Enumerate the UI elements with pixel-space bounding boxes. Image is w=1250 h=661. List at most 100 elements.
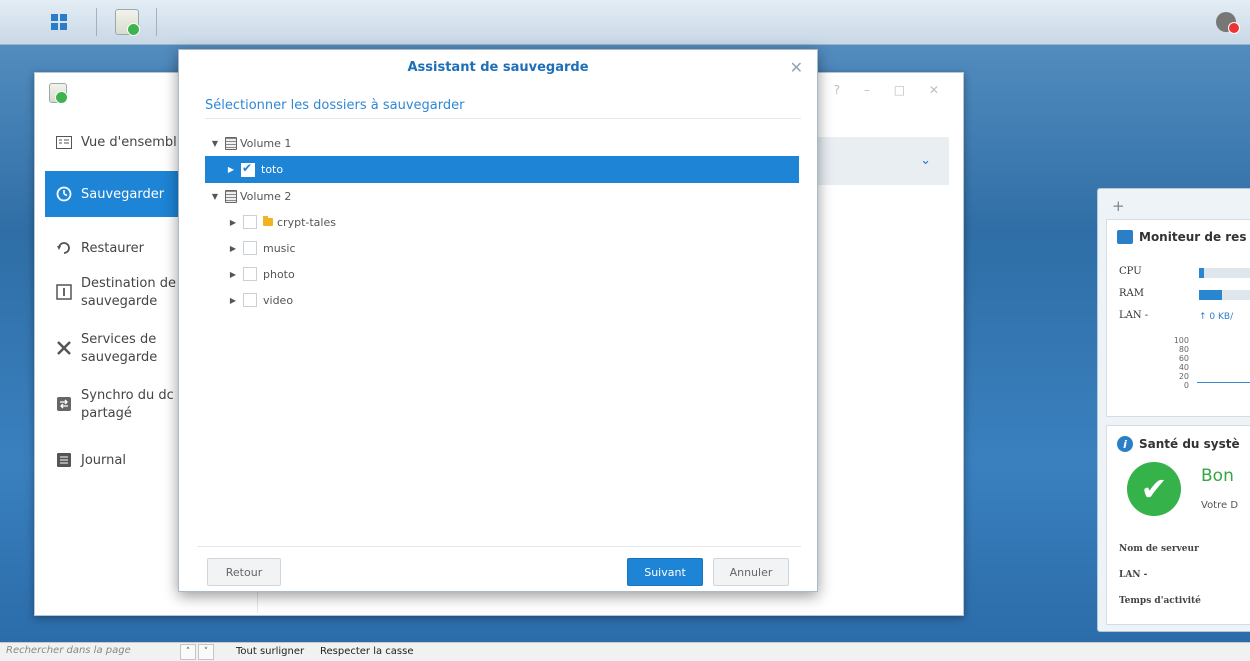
tools-icon <box>55 339 73 357</box>
cpu-label: CPU <box>1119 266 1142 277</box>
tree-node-label: Volume 2 <box>240 189 292 203</box>
main-menu-button[interactable] <box>42 6 76 38</box>
ram-bar <box>1199 290 1250 300</box>
tree-node-label: toto <box>261 163 284 176</box>
sidebar-item-label: Services de <box>81 332 157 347</box>
network-chart-line <box>1197 382 1250 383</box>
folder-checkbox[interactable] <box>243 267 257 281</box>
tree-node-label: Volume 1 <box>240 136 292 150</box>
axis-label: 0 <box>1183 381 1189 390</box>
tree-node-toto[interactable]: ▶ toto <box>205 156 799 183</box>
server-name-label: Nom de serveur <box>1119 544 1199 554</box>
tree-node-volume2[interactable]: ▼ Volume 2 <box>205 183 805 209</box>
find-next-button[interactable]: ˅ <box>198 644 214 660</box>
folder-tree: ▼ Volume 1 ▶ toto ▼ Volume 2 ▶ crypt-tal… <box>205 130 805 313</box>
expand-arrow-icon[interactable]: ▼ <box>209 139 221 148</box>
tree-node-music[interactable]: ▶ music <box>205 235 805 261</box>
lan-label[interactable]: LAN - <box>1119 310 1148 321</box>
expand-arrow-icon[interactable]: ▼ <box>209 192 221 201</box>
sidebar-item-label-2: partagé <box>81 406 132 421</box>
health-description: Votre D <box>1201 500 1239 511</box>
sidebar-item-label: Sauvegarder <box>81 186 165 202</box>
uptime-label: Temps d'activité <box>1119 596 1201 606</box>
widget-title-text: Moniteur de res <box>1139 230 1247 244</box>
destination-icon <box>55 283 73 301</box>
expand-arrow-icon[interactable]: ▶ <box>227 244 239 253</box>
expand-arrow-icon[interactable]: ▶ <box>227 270 239 279</box>
next-button[interactable]: Suivant <box>627 558 703 586</box>
match-case-button[interactable]: Respecter la casse <box>320 646 414 657</box>
system-health-widget: i Santé du systè ✔ Bon Votre D Nom de se… <box>1106 425 1250 625</box>
divider <box>197 546 801 547</box>
expand-arrow-icon[interactable]: ▶ <box>227 218 239 227</box>
tree-node-label: music <box>263 241 296 255</box>
sidebar-item-label: Destination de <box>81 276 176 291</box>
find-bar: Rechercher dans la page ˄ ˅ Tout surlign… <box>0 642 1250 661</box>
close-icon[interactable]: ✕ <box>790 58 803 77</box>
cpu-bar <box>1199 268 1250 278</box>
tree-node-label: video <box>263 293 294 307</box>
axis-label: 20 <box>1178 372 1189 381</box>
window-controls[interactable]: ? – □ ✕ <box>834 83 949 97</box>
axis-label: 60 <box>1178 354 1189 363</box>
info-icon: i <box>1117 436 1133 452</box>
ram-label: RAM <box>1119 288 1144 299</box>
tree-node-video[interactable]: ▶ video <box>205 287 805 313</box>
back-button[interactable]: Retour <box>207 558 281 586</box>
dialog-subtitle: Sélectionner les dossiers à sauvegarder <box>205 98 465 113</box>
lan-upload-value: ↑ 0 KB/ <box>1199 312 1234 322</box>
sidebar-item-label-2: sauvegarde <box>81 350 158 365</box>
expand-arrow-icon[interactable]: ▶ <box>227 296 239 305</box>
widget-title-text: Santé du systè <box>1139 437 1240 451</box>
backup-clock-icon <box>55 185 73 203</box>
folder-checkbox[interactable] <box>243 215 257 229</box>
highlight-all-button[interactable]: Tout surligner <box>236 646 304 657</box>
sidebar-item-label-2: sauvegarde <box>81 294 158 309</box>
widget-title: Moniteur de res <box>1117 230 1246 244</box>
sync-icon <box>55 395 73 413</box>
divider <box>205 118 801 119</box>
resource-monitor-widget: Moniteur de res CPU RAM LAN - ↑ 0 KB/ 10… <box>1106 219 1250 417</box>
axis-label: 100 <box>1173 336 1189 345</box>
axis-label: 40 <box>1178 363 1189 372</box>
dialog-title: Assistant de sauvegarde <box>407 60 589 75</box>
drive-icon <box>225 136 237 150</box>
grid-icon <box>51 14 67 30</box>
chevron-down-icon[interactable]: ⌄ <box>920 153 931 168</box>
widget-panel: + Moniteur de res CPU RAM LAN - ↑ 0 KB/ … <box>1097 188 1250 632</box>
taskbar-backup-app-button[interactable] <box>110 6 144 38</box>
tree-node-crypt-tales[interactable]: ▶ crypt-tales <box>205 209 805 235</box>
tree-node-photo[interactable]: ▶ photo <box>205 261 805 287</box>
tree-node-label: photo <box>263 267 295 281</box>
app-logo-icon <box>49 83 68 104</box>
sidebar-item-label: Journal <box>81 452 126 468</box>
tree-node-volume1[interactable]: ▼ Volume 1 <box>205 130 805 156</box>
taskbar <box>0 0 1250 45</box>
overview-icon <box>55 133 73 151</box>
health-status: Bon <box>1201 466 1234 486</box>
backup-wizard-dialog: Assistant de sauvegarde ✕ Sélectionner l… <box>178 49 818 592</box>
find-input[interactable]: Rechercher dans la page <box>6 645 131 656</box>
notification-icon[interactable] <box>1216 12 1240 34</box>
cancel-button[interactable]: Annuler <box>713 558 789 586</box>
expand-arrow-icon[interactable]: ▶ <box>225 165 237 174</box>
folder-checkbox[interactable] <box>241 161 255 177</box>
find-previous-button[interactable]: ˄ <box>180 644 196 660</box>
sidebar-item-label: Restaurer <box>81 240 144 256</box>
sidebar-item-label: Vue d'ensembl <box>81 134 177 150</box>
drive-icon <box>225 189 237 203</box>
restore-icon <box>55 239 73 257</box>
log-icon <box>55 451 73 469</box>
add-widget-icon[interactable]: + <box>1112 197 1125 215</box>
folder-checkbox[interactable] <box>243 293 257 307</box>
monitor-icon <box>1117 230 1133 244</box>
folder-icon <box>263 216 273 226</box>
lan-label[interactable]: LAN - <box>1119 570 1147 580</box>
sidebar-item-label: Synchro du dc <box>81 388 174 403</box>
backup-app-icon <box>115 9 140 36</box>
taskbar-separator <box>96 8 97 36</box>
tree-node-label: crypt-tales <box>277 215 336 229</box>
folder-checkbox[interactable] <box>243 241 257 255</box>
axis-label: 80 <box>1178 345 1189 354</box>
checkmark-icon: ✔ <box>1127 462 1181 516</box>
